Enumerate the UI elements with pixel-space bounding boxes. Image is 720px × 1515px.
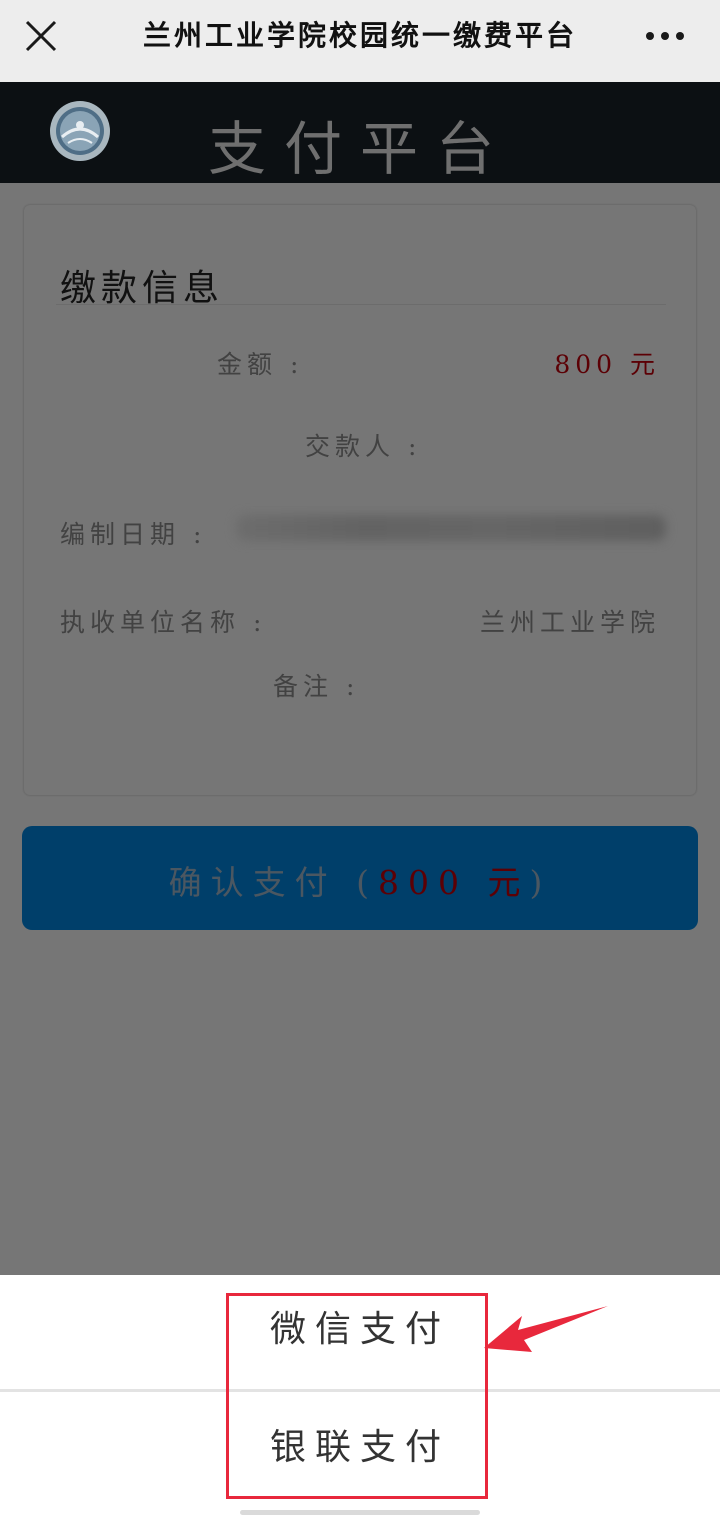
unit-label: 执收单位名称 : (60, 608, 267, 637)
home-indicator (240, 1510, 480, 1515)
payment-info-card: 缴款信息 金额 : 800 元 交款人 : 编制日期 : 执收单位名称 : 兰州… (24, 205, 696, 795)
annotation-highlight-box (226, 1293, 488, 1499)
confirm-prefix: 确认支付 ( (168, 863, 378, 902)
page-title: 兰州工业学院校园统一缴费平台 (142, 19, 577, 52)
remark-label: 备注 : (273, 672, 360, 701)
date-label: 编制日期 : (60, 520, 207, 549)
amount-value: 800 元 (554, 350, 660, 379)
card-divider (56, 304, 666, 305)
close-icon[interactable] (23, 18, 59, 54)
blurred-date-value (236, 515, 666, 541)
confirm-suffix: ) (529, 863, 552, 902)
confirm-payment-button[interactable]: 确认支付 (800 元) (22, 826, 698, 930)
amount-label: 金额 : (217, 350, 304, 379)
platform-header: 支付平台 (0, 82, 720, 183)
annotation-arrow-icon (484, 1306, 608, 1352)
top-nav-bar: 兰州工业学院校园统一缴费平台 (0, 0, 720, 82)
more-icon[interactable] (644, 26, 686, 46)
payer-label: 交款人 : (305, 432, 422, 461)
confirm-button-text: 确认支付 (800 元) (22, 856, 698, 904)
confirm-amount: 800 元 (378, 863, 530, 902)
header-title: 支付平台 (207, 115, 512, 183)
unit-value: 兰州工业学院 (479, 608, 660, 637)
